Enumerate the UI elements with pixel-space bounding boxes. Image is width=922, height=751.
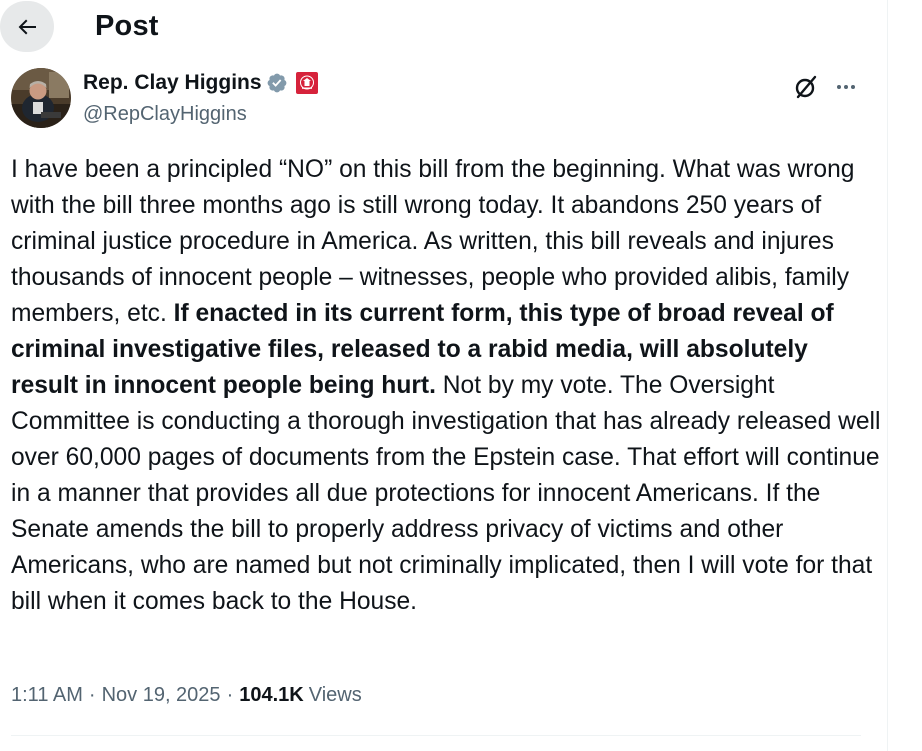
post-text-part2: Not by my vote. The Oversight Committee … bbox=[11, 372, 881, 615]
divider bbox=[11, 735, 861, 736]
author-display-name[interactable]: Rep. Clay Higgins bbox=[83, 71, 262, 95]
post-date[interactable]: Nov 19, 2025 bbox=[102, 684, 221, 707]
arrow-left-icon bbox=[18, 19, 36, 34]
meta-separator: · bbox=[88, 684, 96, 706]
more-options-button[interactable] bbox=[829, 72, 863, 102]
grok-button[interactable] bbox=[791, 72, 821, 102]
back-button[interactable] bbox=[0, 1, 54, 52]
author-handle[interactable]: @RepClayHiggins bbox=[83, 103, 247, 126]
house-of-representatives-seal-icon[interactable] bbox=[295, 72, 318, 94]
views-label: Views bbox=[308, 684, 362, 706]
avatar[interactable] bbox=[11, 68, 71, 128]
post-time[interactable]: 1:11 AM bbox=[11, 684, 83, 707]
post-header: Post bbox=[0, 0, 887, 54]
views-count: 104.1K bbox=[239, 684, 304, 706]
verified-badge-icon[interactable] bbox=[266, 72, 288, 94]
post-author: Rep. Clay Higgins @RepClayHiggins bbox=[11, 68, 887, 130]
author-name-row: Rep. Clay Higgins bbox=[83, 71, 318, 95]
column-border bbox=[887, 0, 888, 751]
post-metadata: 1:11 AM · Nov 19, 2025 · 104.1K Views bbox=[11, 684, 362, 707]
grok-icon bbox=[795, 75, 817, 99]
post-text: I have been a principled “NO” on this bi… bbox=[11, 152, 881, 620]
more-options-icon bbox=[837, 85, 855, 89]
meta-separator: · bbox=[226, 684, 234, 706]
page-title: Post bbox=[95, 10, 159, 42]
